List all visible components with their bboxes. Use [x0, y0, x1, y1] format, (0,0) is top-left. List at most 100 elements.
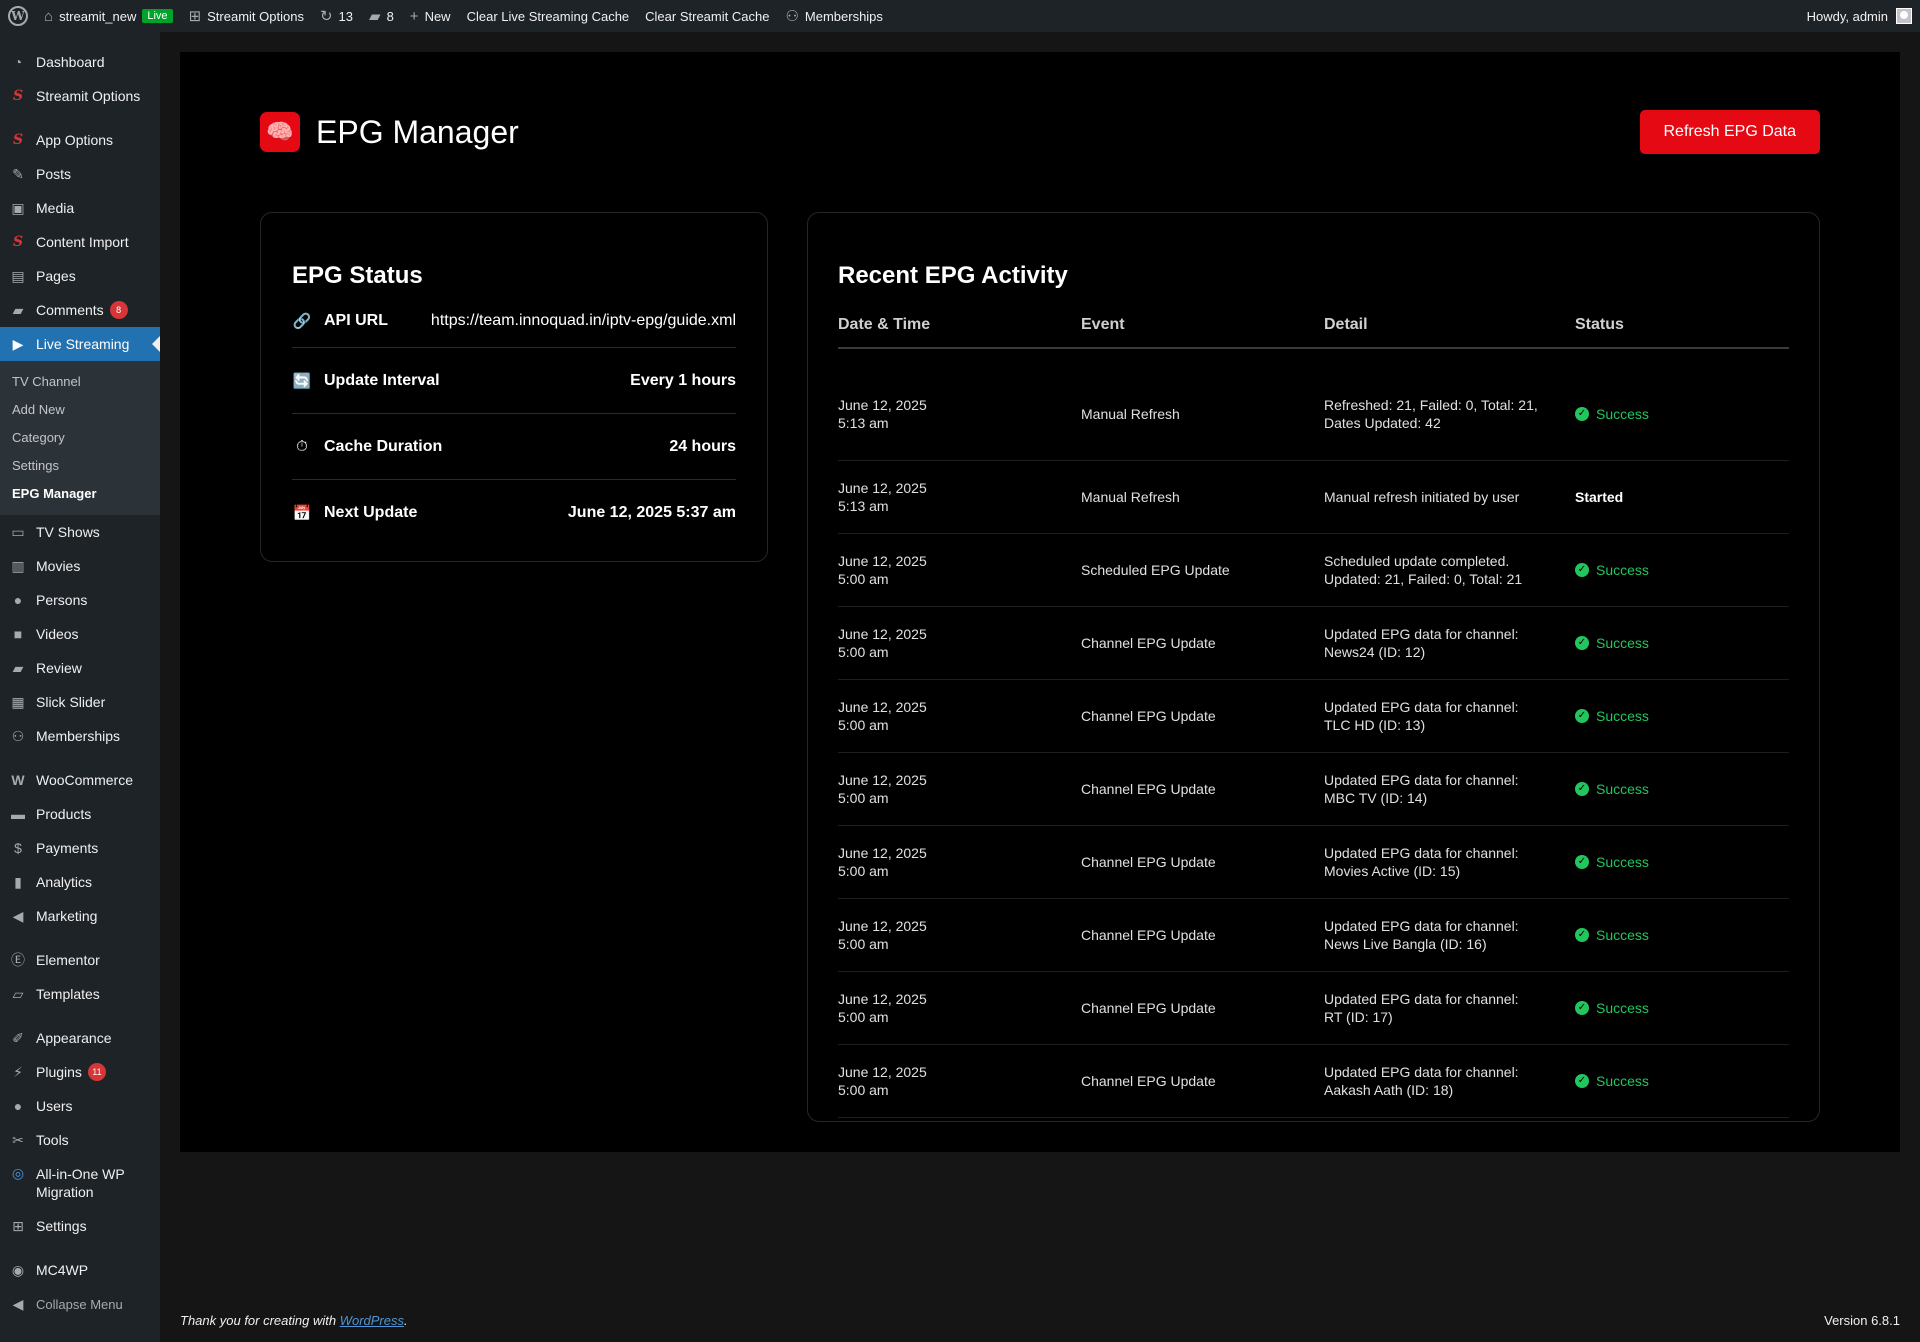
- video-camera-icon: ■: [13, 626, 23, 642]
- activity-row: June 12, 2025 5:00 am Channel EPG Update Up…: [838, 606, 1789, 680]
- refresh-icon: 🔄: [292, 372, 312, 390]
- menu-products[interactable]: ▬ Products: [0, 797, 160, 831]
- menu-dashboard[interactable]: ◔ Dashboard: [0, 45, 160, 79]
- activity-body: June 12, 2025 5:13 am Manual Refresh Refres…: [838, 348, 1789, 1118]
- menu-settings[interactable]: ⊞ Settings: [0, 1209, 160, 1243]
- activity-row: June 12, 2025 5:00 am Channel EPG Update Up…: [838, 752, 1789, 826]
- activity-detail-cell: Updated EPG data for channel: News Live B…: [1324, 898, 1575, 972]
- status-badge: ✓ Success: [1575, 561, 1789, 579]
- status-text: Success: [1596, 634, 1649, 651]
- menu-label: Videos: [36, 626, 79, 642]
- status-badge: ✓ Success: [1575, 999, 1789, 1017]
- menu-label: Marketing: [36, 908, 98, 924]
- check-circle-icon: ✓: [1575, 854, 1589, 869]
- site-name-link[interactable]: ⌂ streamit_new Live: [36, 0, 181, 32]
- col-detail-header: Detail: [1324, 303, 1575, 349]
- menu-persons[interactable]: ● Persons: [0, 583, 160, 617]
- menu-templates[interactable]: ▱ Templates: [0, 977, 160, 1011]
- menu-review[interactable]: ▰ Review: [0, 651, 160, 685]
- status-text: Success: [1596, 707, 1649, 724]
- menu-pages[interactable]: ▤ Pages: [0, 259, 160, 293]
- menu-label: Analytics: [36, 874, 93, 890]
- menu-plugins[interactable]: ⚡ Plugins 11: [0, 1055, 160, 1089]
- col-date-header: Date & Time: [838, 303, 1081, 349]
- bar-chart-icon: ▮: [14, 874, 22, 890]
- menu-media[interactable]: ▣ Media: [0, 191, 160, 225]
- refresh-epg-button[interactable]: Refresh EPG Data: [1639, 110, 1820, 154]
- update-interval-value: Every 1 hours: [630, 371, 736, 389]
- next-update-label: Next Update: [324, 503, 418, 521]
- submenu-tv-channel[interactable]: TV Channel: [0, 368, 160, 396]
- activity-date-cell: June 12, 2025 5:00 am: [838, 752, 1081, 826]
- menu-movies[interactable]: ▥ Movies: [0, 549, 160, 583]
- comments-count: 8: [386, 8, 394, 24]
- activity-detail-line2: News Live Bangla (ID: 16): [1324, 935, 1487, 952]
- plugin-icon: ⚡: [13, 1064, 23, 1080]
- menu-mc4wp[interactable]: ◉ MC4WP: [0, 1253, 160, 1287]
- menu-tools[interactable]: ✂ Tools: [0, 1123, 160, 1157]
- collapse-menu-button[interactable]: ◀ Collapse Menu: [0, 1287, 160, 1321]
- options-icon: ⊞: [188, 7, 202, 25]
- mc4wp-icon: ◉: [11, 1262, 25, 1278]
- wordpress-link[interactable]: WordPress: [340, 1313, 404, 1328]
- activity-table: Date & Time Event Detail Status June 12,…: [838, 303, 1789, 1118]
- menu-label: Plugins: [36, 1064, 82, 1080]
- footer-thanks-text: Thank you for creating with: [180, 1313, 340, 1328]
- account-menu[interactable]: Howdy, admin: [1807, 0, 1912, 32]
- activity-detail-line1: Updated EPG data for channel:: [1324, 698, 1519, 715]
- new-content-link[interactable]: + New: [402, 0, 459, 32]
- menu-posts[interactable]: ✎ Posts: [0, 157, 160, 191]
- menu-payments[interactable]: $ Payments: [0, 831, 160, 865]
- menu-memberships[interactable]: ⚇ Memberships: [0, 719, 160, 753]
- activity-status-cell: ✓ Success: [1575, 898, 1789, 972]
- clear-streamit-cache-link[interactable]: Clear Streamit Cache: [637, 0, 777, 32]
- menu-content-import[interactable]: S Content Import: [0, 225, 160, 259]
- menu-analytics[interactable]: ▮ Analytics: [0, 865, 160, 899]
- menu-woocommerce[interactable]: W WooCommerce: [0, 763, 160, 797]
- submenu-add-new[interactable]: Add New: [0, 396, 160, 424]
- menu-appearance[interactable]: ✐ Appearance: [0, 1021, 160, 1055]
- activity-status-cell: ✓ Success: [1575, 348, 1789, 461]
- menu-live-streaming[interactable]: ▶ Live Streaming: [0, 327, 160, 361]
- check-circle-icon: ✓: [1575, 927, 1589, 942]
- updates-link[interactable]: ↻ 13: [312, 0, 361, 32]
- memberships-link[interactable]: ⚇ Memberships: [777, 0, 890, 32]
- menu-label: Content Import: [36, 234, 129, 250]
- comments-link[interactable]: ▰ 8: [361, 0, 402, 32]
- submenu-settings[interactable]: Settings: [0, 452, 160, 480]
- woocommerce-icon: W: [11, 772, 25, 788]
- folder-icon: ▱: [12, 986, 24, 1002]
- activity-detail-cell: Updated EPG data for channel: RT (ID: 17): [1324, 971, 1575, 1045]
- footer-thanks: Thank you for creating with WordPress.: [180, 1313, 408, 1328]
- menu-streamit-options[interactable]: S Streamit Options: [0, 79, 160, 113]
- slider-icon: ▦: [11, 694, 25, 710]
- streamit-options-link[interactable]: ⊞ Streamit Options: [181, 0, 312, 32]
- menu-marketing[interactable]: ◀ Marketing: [0, 899, 160, 933]
- menu-users[interactable]: ● Users: [0, 1089, 160, 1123]
- activity-date: June 12, 2025: [838, 917, 927, 934]
- activity-event: Channel EPG Update: [1081, 679, 1324, 753]
- wordpress-logo-menu[interactable]: W: [0, 0, 36, 32]
- activity-detail-line2: RT (ID: 17): [1324, 1008, 1393, 1025]
- menu-elementor[interactable]: Ⓔ Elementor: [0, 943, 160, 977]
- api-url-row: 🔗 API URL https://team.innoquad.in/iptv-…: [292, 295, 736, 348]
- next-update-row: 📅 Next Update June 12, 2025 5:37 am: [292, 480, 736, 545]
- submenu-category[interactable]: Category: [0, 424, 160, 452]
- submenu-epg-manager[interactable]: EPG Manager: [0, 480, 160, 508]
- menu-videos[interactable]: ■ Videos: [0, 617, 160, 651]
- menu-app-options[interactable]: S App Options: [0, 123, 160, 157]
- menu-all-in-one-migration[interactable]: ◎ All-in-One WP Migration: [0, 1157, 160, 1209]
- menu-slick-slider[interactable]: ▦ Slick Slider: [0, 685, 160, 719]
- menu-comments[interactable]: ▰ Comments 8: [0, 293, 160, 327]
- activity-detail-line1: Scheduled update completed.: [1324, 552, 1510, 569]
- elementor-icon: Ⓔ: [11, 952, 25, 968]
- col-status-header: Status: [1575, 303, 1789, 349]
- menu-label: Settings: [36, 1218, 87, 1234]
- status-text: Success: [1596, 926, 1649, 943]
- clear-live-cache-link[interactable]: Clear Live Streaming Cache: [459, 0, 638, 32]
- activity-date-cell: June 12, 2025 5:00 am: [838, 606, 1081, 680]
- activity-row: June 12, 2025 5:00 am Channel EPG Update Up…: [838, 898, 1789, 972]
- menu-tv-shows[interactable]: ▭ TV Shows: [0, 515, 160, 549]
- migration-icon: ◎: [11, 1165, 25, 1181]
- menu-label: Users: [36, 1098, 73, 1114]
